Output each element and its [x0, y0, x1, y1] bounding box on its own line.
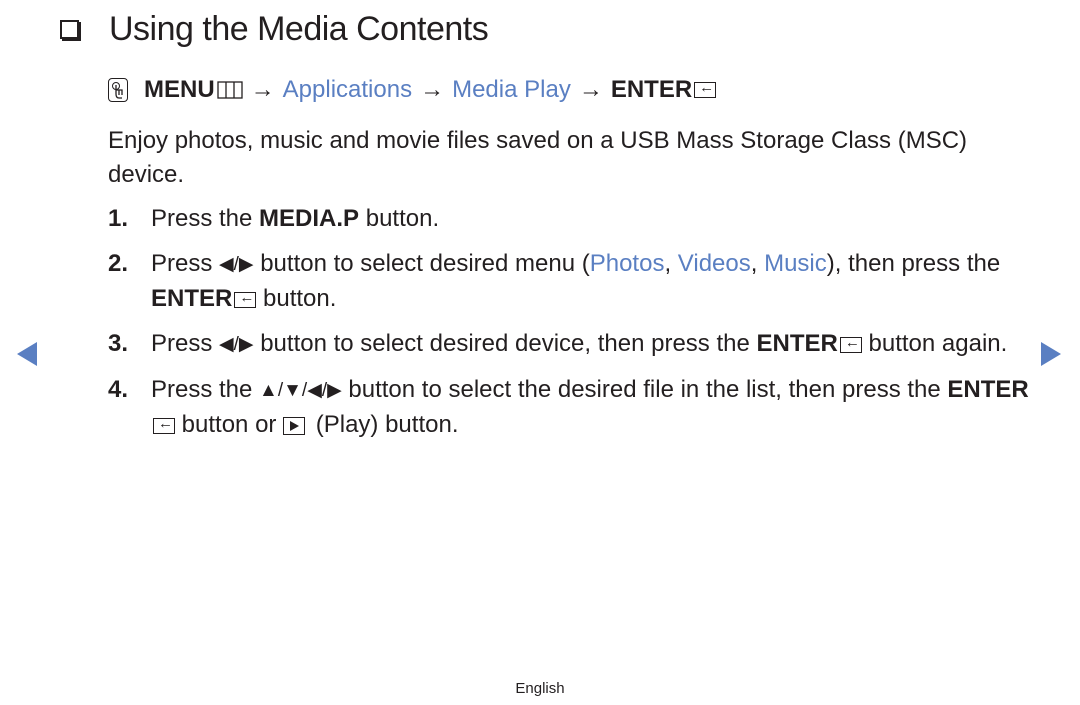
previous-page-arrow-icon[interactable] — [17, 342, 37, 366]
footer-language: English — [515, 680, 565, 697]
videos-link[interactable]: Videos — [678, 250, 751, 277]
next-page-arrow-icon[interactable] — [1041, 342, 1061, 366]
photos-link[interactable]: Photos — [590, 250, 665, 277]
ok-hand-icon — [108, 78, 128, 102]
step-2: 2. Press ◀/▶ button to select desired me… — [108, 247, 1038, 316]
media-p-button-label: MEDIA.P — [259, 205, 360, 232]
enter-icon — [694, 77, 717, 99]
left-right-arrows-icon: ◀/▶ — [219, 254, 254, 275]
menu-grid-icon — [217, 81, 243, 99]
step-4: 4. Press the ▲/▼/◀/▶ button to select th… — [108, 373, 1038, 442]
enter-icon — [839, 332, 862, 354]
step-text: Press the MEDIA.P button. — [151, 205, 440, 232]
step-number: 2. — [108, 250, 129, 277]
left-right-arrows-icon: ◀/▶ — [219, 334, 254, 355]
menu-label: MENU — [144, 76, 215, 103]
enter-label: ENTER — [151, 285, 233, 312]
page-title: Using the Media Contents — [57, 10, 489, 49]
step-text: Press ◀/▶ button to select desired menu … — [151, 247, 1038, 316]
intro-paragraph: Enjoy photos, music and movie files save… — [108, 127, 968, 188]
step-1: 1. Press the MEDIA.P button. — [108, 202, 1038, 236]
path-arrow: → — [578, 76, 603, 103]
play-icon — [283, 416, 306, 435]
step-number: 1. — [108, 205, 129, 232]
enter-label: ENTER — [947, 376, 1029, 403]
media-play-link[interactable]: Media Play — [452, 76, 571, 104]
direction-arrows-icon: ▲/▼/◀/▶ — [259, 380, 342, 401]
enter-label: ENTER — [610, 76, 693, 103]
steps-list: 1. Press the MEDIA.P button. 2. Press ◀/… — [108, 202, 1038, 453]
enter-icon — [153, 413, 175, 435]
path-arrow: → — [250, 76, 275, 103]
step-text: Press ◀/▶ button to select desired devic… — [151, 327, 1038, 362]
step-3: 3. Press ◀/▶ button to select desired de… — [108, 327, 1038, 362]
applications-link[interactable]: Applications — [283, 76, 412, 104]
step-number: 3. — [108, 330, 129, 357]
enter-icon — [234, 287, 257, 309]
path-arrow: → — [420, 76, 445, 103]
menu-path: MENU → Applications → Media Play → ENTER — [108, 76, 717, 104]
checkbox-bullet-icon — [60, 20, 79, 39]
step-text: Press the ▲/▼/◀/▶ button to select the d… — [151, 373, 1038, 442]
music-link[interactable]: Music — [764, 250, 827, 277]
page-title-text: Using the Media Contents — [109, 10, 489, 48]
enter-label: ENTER — [756, 330, 838, 357]
step-number: 4. — [108, 376, 129, 403]
